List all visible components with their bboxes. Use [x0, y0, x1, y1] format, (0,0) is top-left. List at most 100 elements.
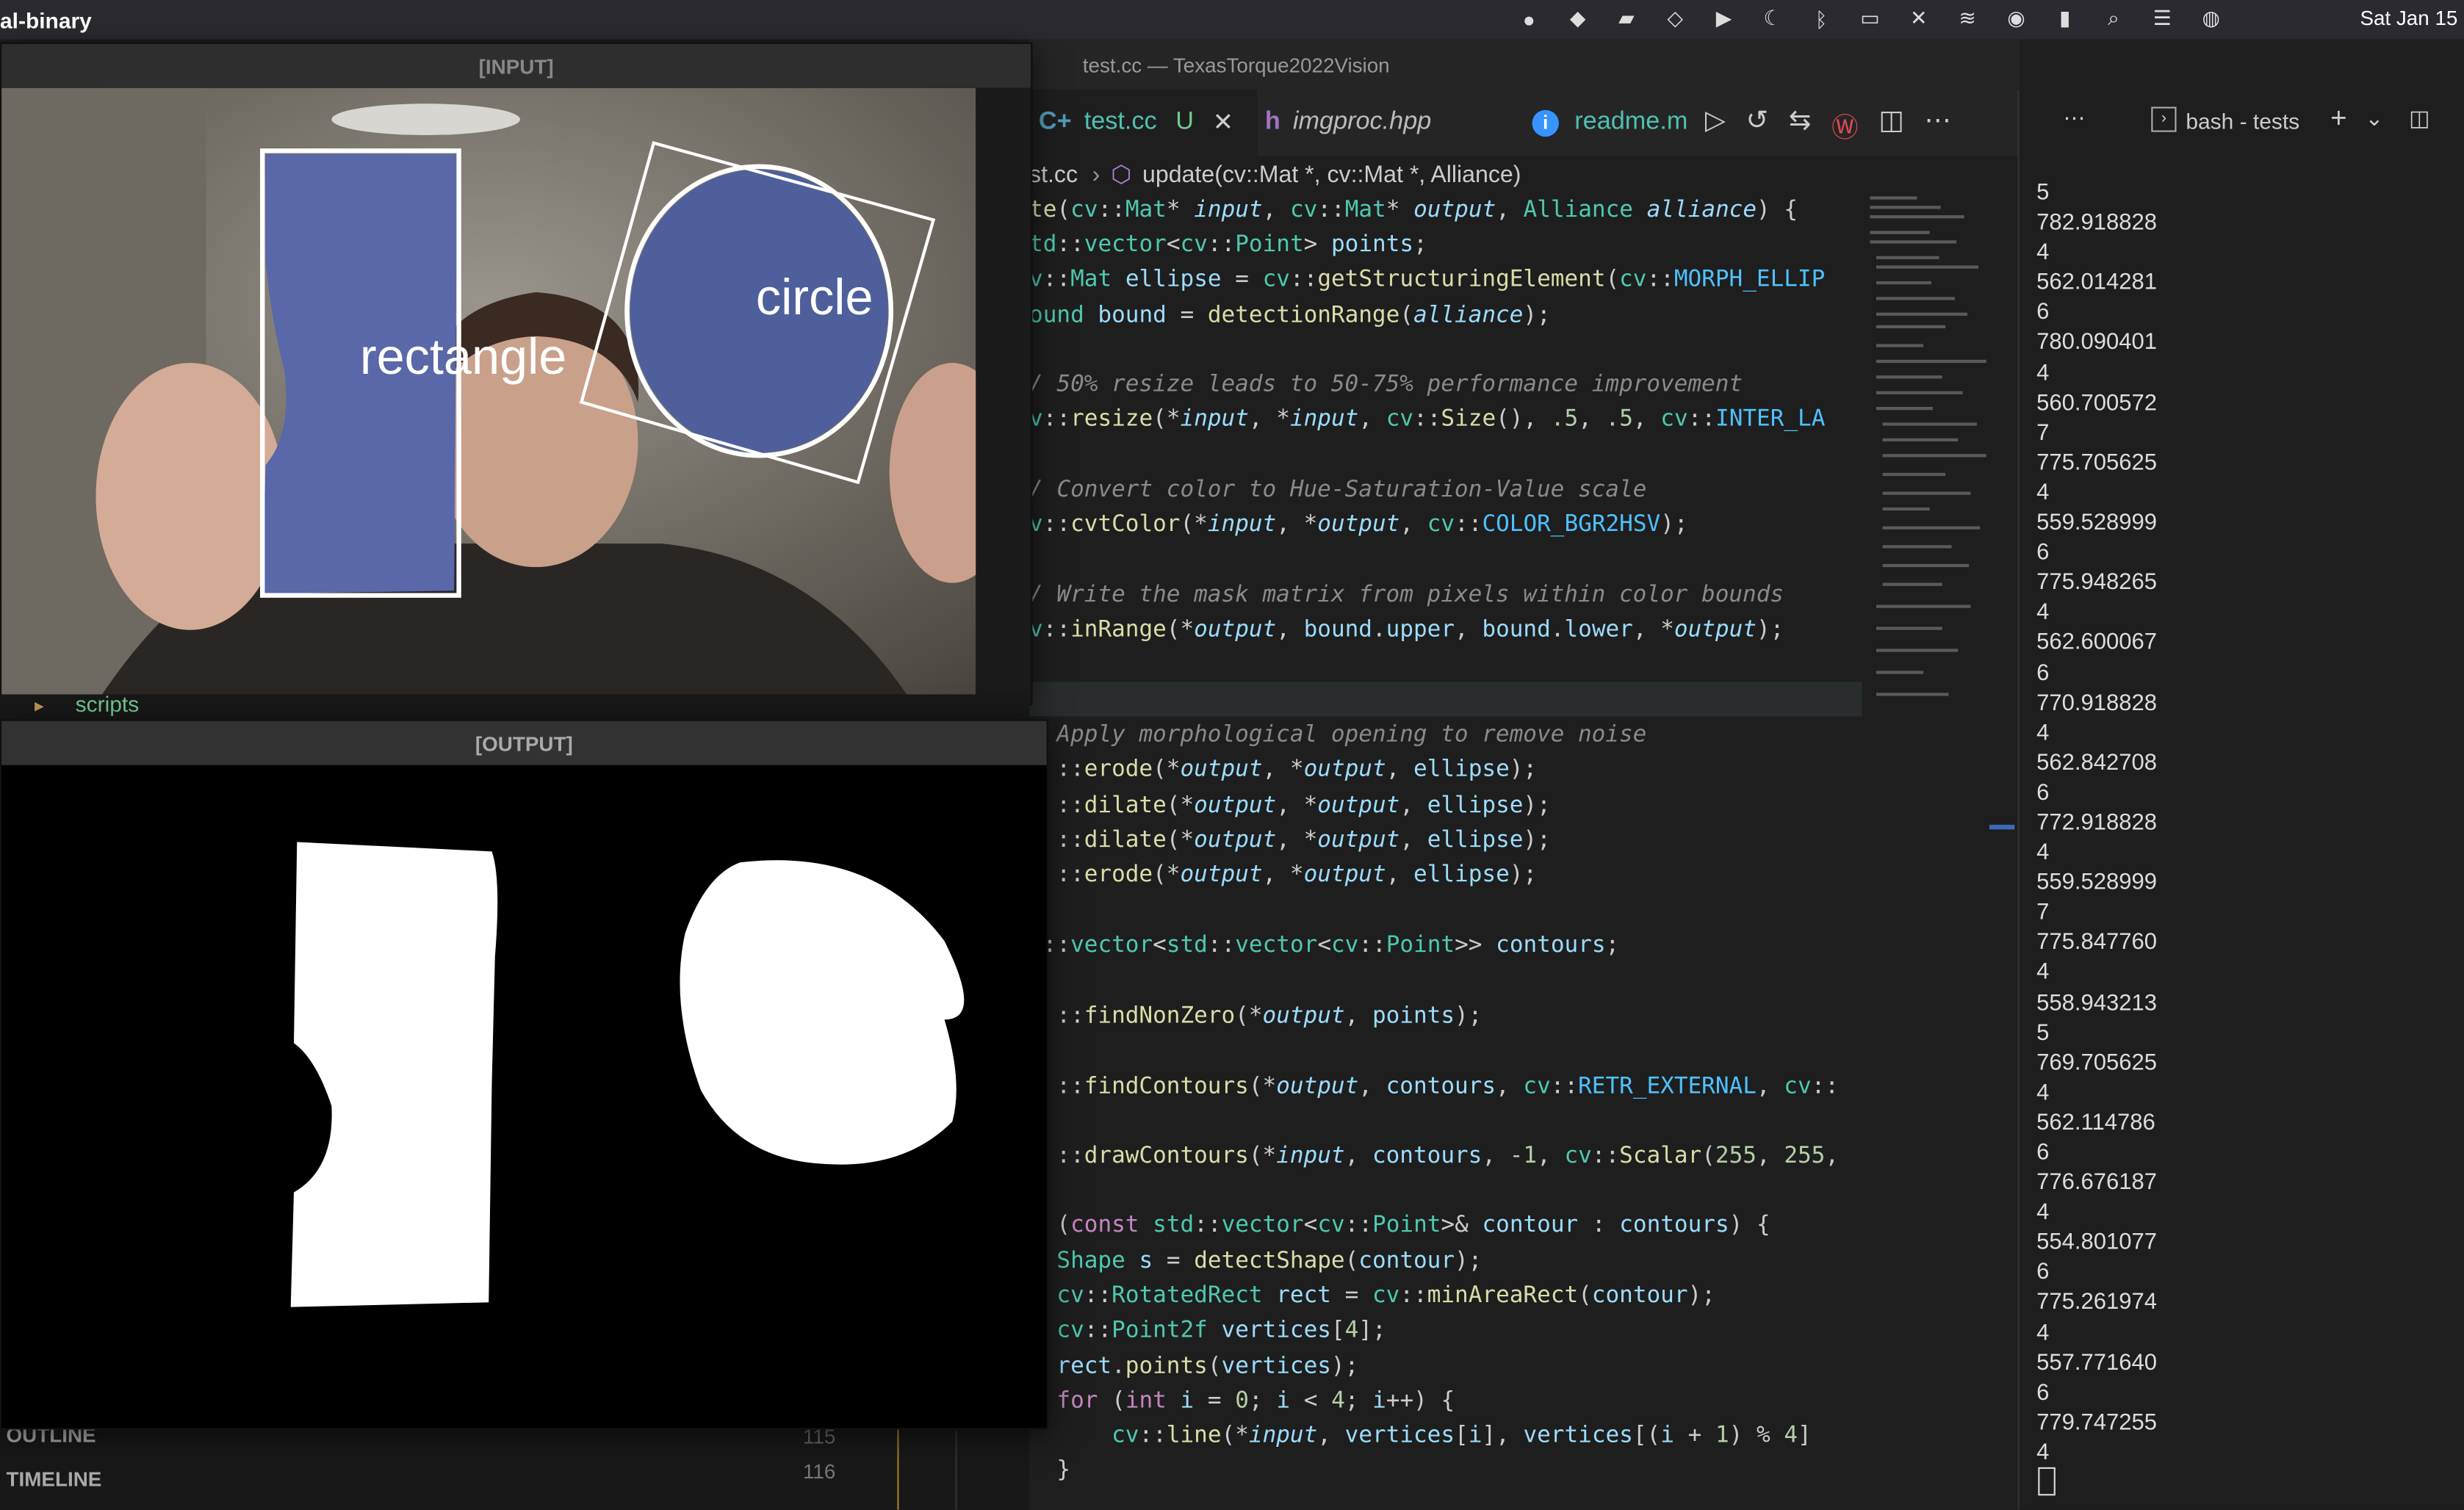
terminal-line: 6: [2036, 660, 2050, 686]
terminal-output[interactable]: 5 782.918828 4 562.014281 6 780.090401 4 560.70…: [2036, 179, 2429, 1469]
code-line: rect.points(vertices);: [1056, 1354, 1359, 1380]
clock[interactable]: Sat Jan 15: [2360, 7, 2457, 30]
code-line: cv::line(*input, vertices[i], vertices[(…: [1112, 1423, 1812, 1449]
record-icon[interactable]: ●: [1515, 4, 1543, 33]
add-terminal-icon[interactable]: +: [2330, 102, 2346, 135]
terminal-line: 562.114786: [2036, 1110, 2155, 1136]
breadcrumb-file[interactable]: st.cc: [1029, 162, 1078, 188]
line-number: 116: [803, 1459, 836, 1484]
terminal-line: 5: [2036, 1020, 2050, 1046]
tab-label: imgproc.hpp: [1292, 108, 1432, 135]
minimap[interactable]: [1864, 193, 1989, 712]
tab-test-cc[interactable]: C+ test.cc U ✕: [1029, 89, 1258, 156]
timeline-section[interactable]: TIMELINE: [7, 1467, 102, 1491]
siri-icon[interactable]: ◍: [2197, 4, 2225, 33]
info-icon: i: [1532, 109, 1559, 137]
editor-scrollbar[interactable]: [1986, 193, 2015, 1509]
output-window[interactable]: [OUTPUT]: [0, 719, 1048, 1430]
folder-label: scripts: [75, 694, 140, 717]
terminal-line: 559.528999: [2036, 870, 2158, 896]
close-icon[interactable]: ✕: [1213, 106, 1234, 138]
terminal-line: 4: [2036, 480, 2050, 506]
terminal-line: 770.918828: [2036, 690, 2158, 716]
terminal-cursor: [2038, 1467, 2056, 1496]
mute-icon[interactable]: ✕: [1904, 4, 1933, 33]
terminal-line: 4: [2036, 1440, 2050, 1466]
wifi-icon[interactable]: ≋: [1953, 4, 1982, 33]
chevron-down-icon[interactable]: ⌄: [2365, 105, 2383, 131]
terminal-icon: ›: [2151, 106, 2177, 132]
sidebar-item-scripts[interactable]: ▸ scripts: [0, 694, 1030, 720]
terminal-line: 6: [2036, 1260, 2050, 1286]
code-line: td::vector<cv::Point> points;: [1029, 232, 1427, 258]
header-file-icon: h: [1264, 108, 1280, 135]
terminal-line: 554.801077: [2036, 1230, 2158, 1256]
run-icon[interactable]: ▷: [1705, 105, 1726, 144]
terminal-line: 562.600067: [2036, 630, 2158, 656]
tab-imgproc-hpp[interactable]: h imgproc.hpp: [1265, 90, 1431, 156]
editor-actions: ▷ ↺ ⇆ Ⓦ ◫ ⋯: [1705, 105, 1951, 144]
code-line: / 50% resize leads to 50-75% performance…: [1029, 372, 1743, 398]
terminal-line: 5: [2036, 180, 2050, 206]
more-icon[interactable]: ⋯: [1925, 105, 1951, 144]
terminal-line: 4: [2036, 840, 2050, 866]
terminal-line: 775.948265: [2036, 570, 2158, 596]
code-line: Shape s = detectShape(contour);: [1056, 1249, 1483, 1274]
editor-tabs: C+ test.cc U ✕ h imgproc.hpp i readme.m …: [1029, 89, 2020, 156]
compare-icon[interactable]: ⇆: [1789, 105, 1811, 144]
terminal-line: 6: [2036, 300, 2050, 326]
terminal-line: 4: [2036, 1200, 2050, 1226]
terminal-line: 6: [2036, 541, 2050, 566]
terminal-line: 558.943213: [2036, 990, 2158, 1016]
terminal-line: 4: [2036, 720, 2050, 746]
tab-label: readme.m: [1574, 108, 1688, 135]
history-icon[interactable]: ↺: [1746, 105, 1768, 144]
terminal-line: 4: [2036, 361, 2050, 386]
folder-icon: ▸: [35, 694, 44, 717]
search-icon[interactable]: ⌕: [2100, 4, 2128, 33]
folder-icon[interactable]: ▰: [1613, 4, 1641, 33]
terminal-line: 780.090401: [2036, 330, 2158, 356]
terminal-panel: ⋯ › bash - tests + ⌄ ◫ 5 782.918828 4 562.0…: [2017, 89, 2464, 1510]
split-editor-icon[interactable]: ◫: [1878, 105, 1903, 144]
menu-bar: al-binary ● ◆ ▰ ◇ ▶ ☾ ᛒ ▭ ✕ ≋ ◉ ▮ ⌕ ☰ ◍ …: [0, 0, 2464, 40]
desktop: al-binary ● ◆ ▰ ◇ ▶ ☾ ᛒ ▭ ✕ ≋ ◉ ▮ ⌕ ☰ ◍ …: [0, 0, 2464, 1510]
battery-icon[interactable]: ▮: [2050, 4, 2079, 33]
breadcrumb-symbol[interactable]: update(cv::Mat *, cv::Mat *, Alliance): [1142, 162, 1521, 188]
control-center-icon[interactable]: ☰: [2148, 4, 2177, 33]
terminal-line: 6: [2036, 780, 2050, 806]
input-window[interactable]: [INPUT] rectangle circle: [0, 42, 1033, 706]
scroll-marker: [1989, 824, 2015, 830]
split-terminal-icon[interactable]: ◫: [2409, 105, 2429, 131]
code-line: ::drawContours(*input, contours, -1, cv:…: [1029, 1144, 1840, 1169]
extension-icon[interactable]: Ⓦ: [1831, 105, 1858, 144]
mouse-icon[interactable]: ◆: [1563, 4, 1592, 33]
tab-readme[interactable]: i readme.m: [1532, 90, 1688, 156]
more-icon[interactable]: ⋯: [2064, 105, 2086, 131]
terminal-title[interactable]: bash - tests: [2186, 109, 2299, 134]
terminal-line: 6: [2036, 1380, 2050, 1406]
play-icon[interactable]: ▶: [1710, 4, 1738, 33]
output-window-title[interactable]: [OUTPUT]: [1, 720, 1047, 765]
terminal-line: 7: [2036, 420, 2050, 446]
display-icon[interactable]: ▭: [1856, 4, 1884, 33]
input-window-title[interactable]: [INPUT]: [1, 43, 1031, 88]
terminal-line: 4: [2036, 1320, 2050, 1346]
app-name[interactable]: al-binary: [0, 7, 92, 32]
bluetooth-icon[interactable]: ᛒ: [1807, 4, 1836, 33]
code-editor[interactable]: te(cv::Mat* input, cv::Mat* output, Alli…: [1029, 193, 1862, 1509]
camera-frame: rectangle circle: [1, 87, 976, 704]
terminal-line: 782.918828: [2036, 210, 2158, 236]
terminal-line: 4: [2036, 960, 2050, 986]
tab-label: test.cc: [1084, 108, 1157, 135]
code-line: Apply morphological opening to remove no…: [1029, 722, 1647, 748]
code-line: v::cvtColor(*input, *output, cv::COLOR_B…: [1029, 512, 1688, 538]
terminal-line: 562.842708: [2036, 750, 2158, 776]
code-line: cv::Point2f vertices[4];: [1056, 1318, 1386, 1343]
code-line: r (const std::vector<cv::Point>& contour…: [1029, 1213, 1770, 1238]
diamond-icon[interactable]: ◇: [1661, 4, 1690, 33]
moon-icon[interactable]: ☾: [1759, 4, 1787, 33]
user-icon[interactable]: ◉: [2002, 4, 2031, 33]
code-line: ::erode(*output, *output, ellipse);: [1029, 862, 1538, 888]
code-line: ::dilate(*output, *output, ellipse);: [1029, 793, 1551, 819]
